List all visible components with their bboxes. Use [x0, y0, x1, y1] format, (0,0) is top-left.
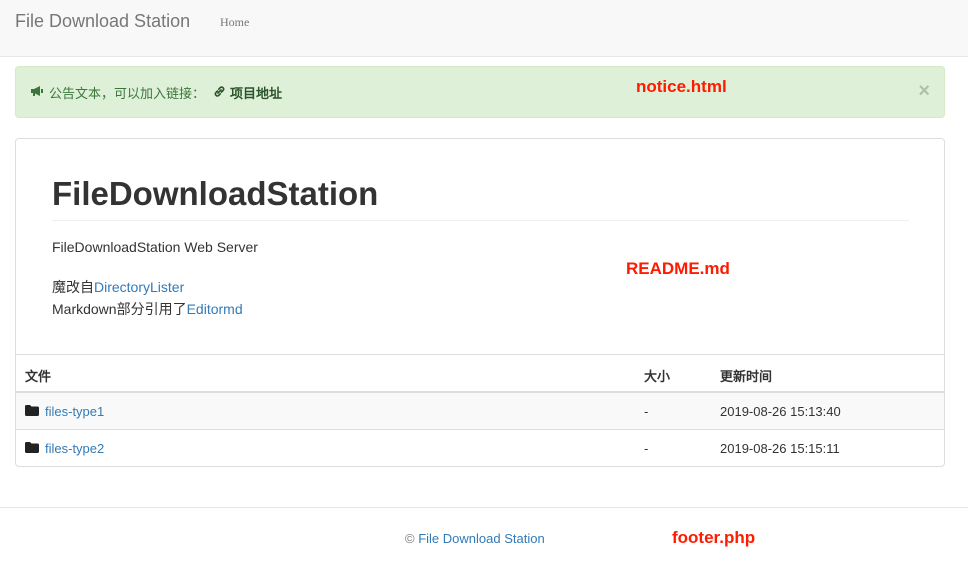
header-name[interactable]: 文件: [25, 366, 51, 385]
annotation-footer: footer.php: [672, 528, 756, 547]
footer-link[interactable]: File Download Station: [418, 531, 544, 546]
annotation-readme: README.md: [626, 259, 730, 278]
brand-link[interactable]: File Download Station: [15, 11, 190, 32]
notice-text: 公告文本，可以加入链接：: [49, 86, 206, 101]
file-time: 2019-08-26 15:13:40: [720, 404, 841, 419]
table-header: 文件 大小 更新时间: [16, 355, 944, 393]
nav-home-link[interactable]: Home: [220, 15, 249, 30]
file-link[interactable]: files-type2: [45, 441, 104, 456]
readme-markdown-text: Markdown部分引用了: [52, 301, 187, 317]
header-size[interactable]: 大小: [644, 366, 670, 385]
navbar: File Download Station Home: [0, 0, 968, 57]
footer-text: © File Download Station: [405, 531, 545, 546]
file-table: 文件 大小 更新时间 files-type1 - 2019-08-26 15:1…: [16, 354, 944, 467]
header-time[interactable]: 更新时间: [720, 366, 772, 385]
editormd-link[interactable]: Editormd: [187, 301, 243, 317]
table-row[interactable]: files-type1 - 2019-08-26 15:13:40: [16, 393, 944, 430]
link-icon: [213, 85, 226, 101]
close-icon[interactable]: ×: [918, 81, 930, 101]
readme-divider: [52, 220, 909, 221]
notice-content: 公告文本，可以加入链接： 项目地址: [30, 83, 282, 102]
folder-icon: [25, 441, 39, 456]
notice-alert: 公告文本，可以加入链接： 项目地址 ×: [15, 66, 945, 118]
readme-origin: 魔改自DirectoryLister: [52, 277, 184, 297]
file-link[interactable]: files-type1: [45, 404, 104, 419]
annotation-notice: notice.html: [636, 77, 727, 96]
readme-markdown-credit: Markdown部分引用了Editormd: [52, 299, 243, 319]
file-size: -: [644, 404, 649, 419]
file-time: 2019-08-26 15:15:11: [720, 441, 840, 456]
readme-description: FileDownloadStation Web Server: [52, 239, 258, 255]
readme-origin-text: 魔改自: [52, 279, 94, 295]
copyright-symbol: ©: [405, 531, 415, 546]
file-size: -: [644, 441, 649, 456]
megaphone-icon: [30, 85, 45, 100]
project-link[interactable]: 项目地址: [213, 83, 282, 102]
file-name-cell: files-type1: [25, 404, 104, 419]
footer: © File Download Station: [0, 507, 968, 574]
file-name-cell: files-type2: [25, 441, 104, 456]
project-link-label: 项目地址: [230, 86, 283, 101]
table-row[interactable]: files-type2 - 2019-08-26 15:15:11: [16, 430, 944, 467]
folder-icon: [25, 404, 39, 419]
directorylister-link[interactable]: DirectoryLister: [94, 279, 184, 295]
readme-title: FileDownloadStation: [52, 175, 379, 212]
readme-panel: FileDownloadStation FileDownloadStation …: [15, 138, 945, 467]
